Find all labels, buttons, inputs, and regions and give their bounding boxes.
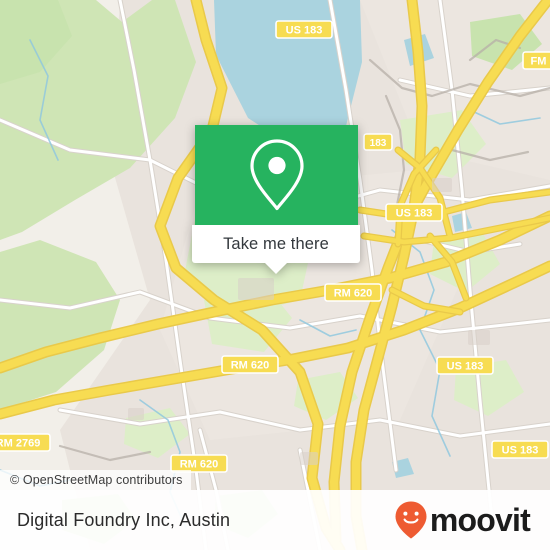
svg-text:US 183: US 183 [286, 25, 323, 37]
map-pin-icon [249, 139, 304, 211]
moovit-wordmark: moovit [429, 502, 531, 538]
map-attribution[interactable]: © OpenStreetMap contributors [0, 470, 191, 490]
map-canvas[interactable]: .land { fill:#f2efe9; } .res { fill:#e9e… [0, 0, 550, 550]
svg-text:FM 1: FM 1 [530, 56, 550, 68]
take-me-there-label: Take me there [223, 234, 329, 253]
svg-text:US 183: US 183 [447, 361, 484, 373]
moovit-logo[interactable]: moovit [394, 500, 531, 540]
take-me-there-button[interactable]: Take me there [192, 225, 360, 274]
callout-pointer [264, 262, 288, 274]
svg-text:RM 620: RM 620 [180, 459, 219, 471]
destination-callout[interactable]: Take me there [192, 125, 360, 274]
callout-image-panel [195, 125, 358, 225]
place-name-label: Digital Foundry Inc, Austin [17, 509, 231, 530]
svg-text:RM 2769: RM 2769 [0, 438, 40, 450]
bottom-info-bar: Digital Foundry Inc, Austin moovit [0, 490, 550, 550]
svg-text:RM 620: RM 620 [334, 288, 373, 300]
svg-text:US 183: US 183 [502, 445, 539, 457]
moovit-pin-icon [395, 501, 427, 539]
svg-text:US 183: US 183 [396, 208, 433, 220]
svg-text:RM 620: RM 620 [231, 360, 270, 372]
svg-text:183: 183 [370, 138, 387, 149]
moovit-map-screen: .land { fill:#f2efe9; } .res { fill:#e9e… [0, 0, 550, 550]
